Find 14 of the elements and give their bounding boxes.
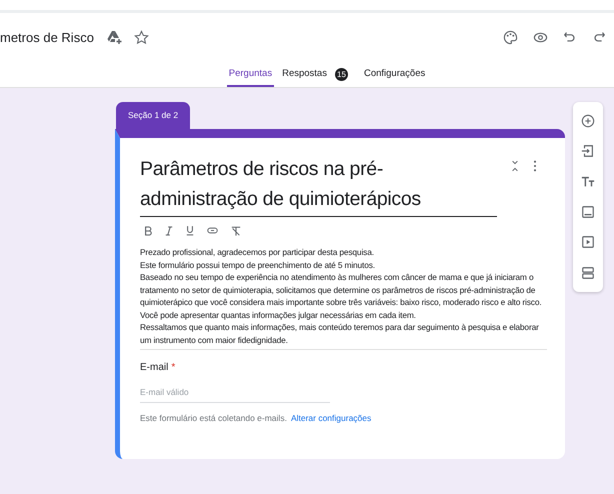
form-title[interactable]: metros de Risco xyxy=(0,30,94,44)
change-settings-link[interactable]: Alterar configurações xyxy=(290,413,372,423)
description-paragraph: Baseado no seu tempo de experiência no atendimento às mulheres com câncer de mama e que já iniciaram o tratamento no setor de quimioterapia, solicitamos que determine os parâmetros de riscos pré-administração de quimioterápico que você considera mais importante sobre três variáveis: baixo risco, moderado risco e alto risco. Você pode apresentar quantas informações julgar necessárias em cada item. xyxy=(140,271,543,321)
tab[interactable]: Respostas xyxy=(280,62,329,86)
description-paragraph: Prezado profissional, agradecemos por participar desta pesquisa. xyxy=(140,246,375,258)
email-notice-text: Este formulário está coletando e-mails. xyxy=(140,413,287,423)
description-paragraph: Ressaltamos que quanto mais informações, mais conteúdo teremos para dar seguimento à pesquisa e elaborar um instrumento com maior fidedignidade. xyxy=(140,321,540,346)
description-paragraph: Este formulário possui tempo de preenchimento de até 5 minutos. xyxy=(140,258,376,271)
question-label: E-mail xyxy=(140,362,168,373)
tab[interactable]: Configurações xyxy=(362,62,428,86)
required-mark: * xyxy=(171,362,176,373)
title-field[interactable]: Parâmetros de riscos na pré-administração de quimioterápicos xyxy=(140,154,497,217)
response-count-badge: 15 xyxy=(334,68,348,80)
tab[interactable]: Perguntas xyxy=(226,62,274,86)
